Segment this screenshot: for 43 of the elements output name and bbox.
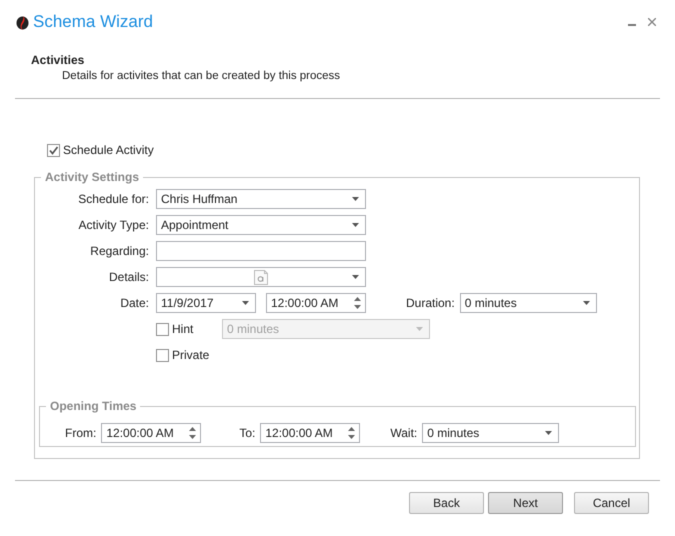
field-label: Date: xyxy=(119,296,149,310)
caret-icon[interactable] xyxy=(582,301,590,305)
caret-icon[interactable] xyxy=(352,197,359,201)
dropdown: 0 minutes xyxy=(222,319,430,339)
caret-icon[interactable] xyxy=(352,223,359,227)
spinner-icon[interactable] xyxy=(348,426,356,440)
wizard-button[interactable]: Next xyxy=(488,492,563,514)
field-label: Wait: xyxy=(390,426,418,440)
wizard-button[interactable]: Cancel xyxy=(574,492,649,514)
spinner-icon[interactable] xyxy=(189,426,196,440)
document-icon xyxy=(253,270,269,285)
field-label: Schedule for: xyxy=(77,192,149,206)
dropdown[interactable]: 0 minutes xyxy=(422,422,560,442)
window-title: Schema Wizard xyxy=(33,12,154,32)
dropdown[interactable]: Chris Huffman xyxy=(156,189,366,209)
caret-icon[interactable] xyxy=(352,275,359,279)
field-label: Activity Type: xyxy=(78,218,149,232)
wizard-button[interactable]: Back xyxy=(409,492,484,514)
checkbox-label: Hint xyxy=(172,322,194,336)
checkbox[interactable] xyxy=(156,348,169,362)
dropdown[interactable]: Appointment xyxy=(156,215,366,235)
checkbox-label: Private xyxy=(172,348,210,362)
field-label: To: xyxy=(239,426,256,440)
time-spinner[interactable]: 12:00:00 AM xyxy=(266,293,366,313)
page-title: Activities xyxy=(31,53,86,67)
field-label: From: xyxy=(65,426,96,440)
field-label: Details: xyxy=(108,270,149,284)
group-title: Activity Settings xyxy=(44,170,140,184)
page-subtitle: Details for activites that can be created by this process xyxy=(62,70,342,82)
date-picker[interactable]: 11/9/2017 xyxy=(156,293,256,313)
field-label: Duration: xyxy=(406,296,455,310)
group-title: Opening Times xyxy=(49,399,138,413)
spinner-icon[interactable] xyxy=(354,296,361,310)
checkbox-label: Schedule Activity xyxy=(63,143,154,157)
time-spinner[interactable]: 12:00:00 AM xyxy=(101,422,202,442)
field-label: Regarding: xyxy=(89,244,149,258)
text-field[interactable] xyxy=(156,241,366,261)
caret-icon[interactable] xyxy=(242,301,249,305)
time-spinner[interactable]: 12:00:00 AM xyxy=(260,422,360,442)
logo-icon xyxy=(16,14,29,30)
dropdown[interactable]: 0 minutes xyxy=(460,293,597,313)
checkbox[interactable] xyxy=(47,144,60,156)
caret-icon[interactable] xyxy=(545,430,552,434)
